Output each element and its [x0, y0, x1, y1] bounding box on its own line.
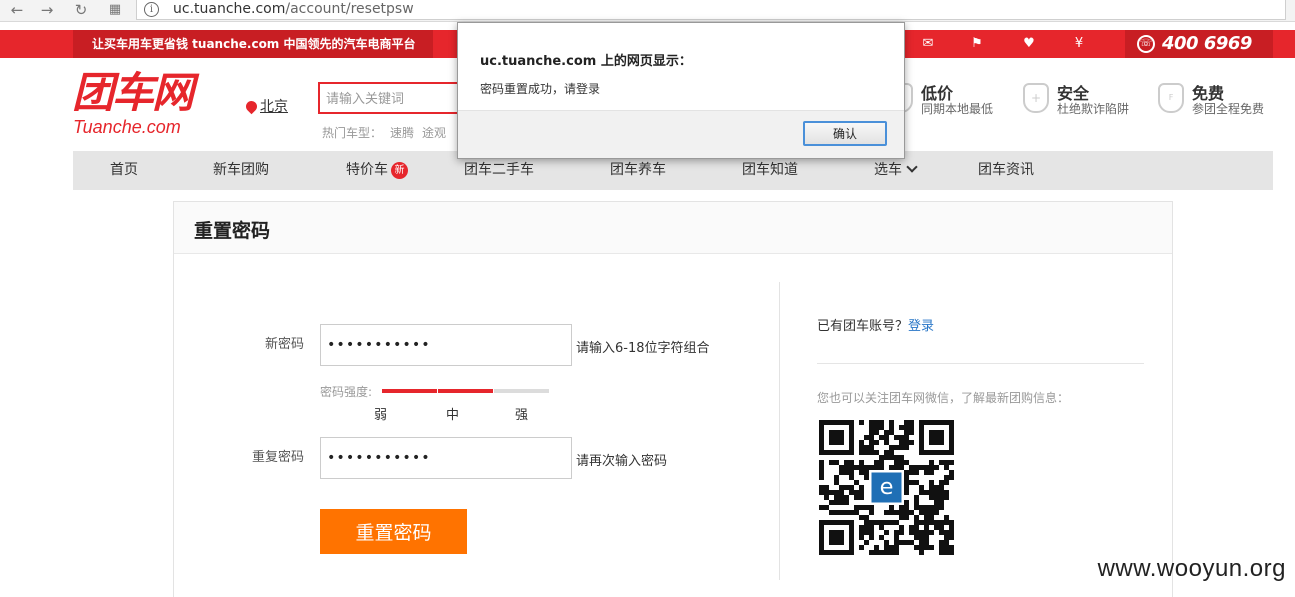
wechat-tip: 您也可以关注团车网微信，了解最新团购信息：: [817, 391, 1070, 405]
svg-text:e: e: [880, 474, 894, 500]
nav-home[interactable]: 首页: [110, 151, 138, 190]
new-password-hint: 请输入6-18位字符组合: [576, 341, 710, 356]
bookmark-icon[interactable]: ⚑: [969, 36, 985, 52]
shield-icon: +: [1023, 83, 1049, 113]
hot-models: 热门车型： 速腾 途观: [322, 124, 446, 141]
new-password-input[interactable]: [320, 324, 572, 366]
login-link[interactable]: 登录: [908, 319, 934, 334]
chevron-down-icon: [906, 161, 918, 173]
new-badge: 新: [391, 162, 408, 179]
slogan-text: 让买车用车更省钱 tuanche.com 中国领先的汽车电商平台: [92, 37, 416, 51]
forward-icon[interactable]: →: [36, 0, 58, 22]
nav-news[interactable]: 团车资讯: [978, 151, 1034, 190]
hotline: ☏ 400 6969 123: [1125, 30, 1273, 82]
site-logo-en[interactable]: Tuanche.com: [73, 117, 181, 138]
city-name[interactable]: 北京: [260, 99, 288, 115]
back-icon[interactable]: ←: [6, 0, 28, 22]
strength-bar-medium: [438, 389, 493, 393]
has-account-text: 已有团车账号？登录: [817, 319, 935, 334]
dialog-message: 密码重置成功，请登录: [480, 82, 601, 96]
reset-password-button[interactable]: 重置密码: [320, 509, 467, 554]
yen-shield-icon[interactable]: ¥: [1071, 36, 1087, 52]
strength-level-weak: 弱: [374, 408, 388, 423]
strength-bar-weak: [382, 389, 437, 393]
watermark: www.wooyun.org: [1097, 555, 1286, 582]
browser-toolbar: ← → ↻ ▦ i uc.tuanche.com/account/resetps…: [0, 0, 1295, 22]
hotline-number: 400 6969 123: [1162, 33, 1252, 82]
nav-new-car-group-buy[interactable]: 新车团购: [213, 151, 269, 190]
site-logo[interactable]: 团车网: [72, 70, 194, 116]
wechat-qr-code: e: [819, 420, 954, 555]
city-selector[interactable]: 北京: [243, 96, 288, 116]
page-info-icon[interactable]: i: [144, 2, 159, 17]
alert-dialog: uc.tuanche.com 上的网页显示： 密码重置成功，请登录 确认: [457, 22, 905, 159]
search-input[interactable]: [318, 82, 463, 114]
hot-models-label: 热门车型：: [322, 126, 383, 140]
dialog-ok-button[interactable]: 确认: [803, 121, 887, 146]
strength-label: 密码强度:: [320, 385, 373, 399]
page-title: 重置密码: [194, 220, 271, 242]
mail-icon[interactable]: ✉: [920, 36, 936, 52]
confirm-password-label: 重复密码: [251, 450, 304, 465]
address-bar[interactable]: i uc.tuanche.com/account/resetpsw: [136, 0, 1286, 20]
nav-special-cars[interactable]: 特价车新: [346, 151, 408, 190]
confirm-password-input[interactable]: [320, 437, 572, 479]
hot-model-link[interactable]: 速腾: [390, 126, 414, 140]
free-tag-icon: F: [1158, 83, 1184, 113]
apps-grid-icon[interactable]: ▦: [104, 0, 126, 22]
dialog-title: uc.tuanche.com 上的网页显示：: [480, 54, 692, 69]
heart-icon[interactable]: ♥: [1021, 36, 1037, 52]
location-pin-icon: [243, 98, 260, 115]
strength-level-strong: 强: [515, 408, 529, 423]
reset-password-panel: 重置密码 新密码 请输入6-18位字符组合 密码强度: 弱 中 强 重复密码 请…: [173, 201, 1173, 597]
hot-model-link[interactable]: 途观: [422, 126, 446, 140]
strength-bar-strong: [494, 389, 549, 393]
confirm-password-hint: 请再次输入密码: [576, 454, 668, 469]
strength-level-medium: 中: [446, 408, 460, 423]
url-text: uc.tuanche.com/account/resetpsw: [173, 1, 414, 17]
new-password-label: 新密码: [264, 337, 304, 352]
reload-icon[interactable]: ↻: [70, 0, 92, 22]
phone-icon: ☏: [1137, 35, 1155, 53]
